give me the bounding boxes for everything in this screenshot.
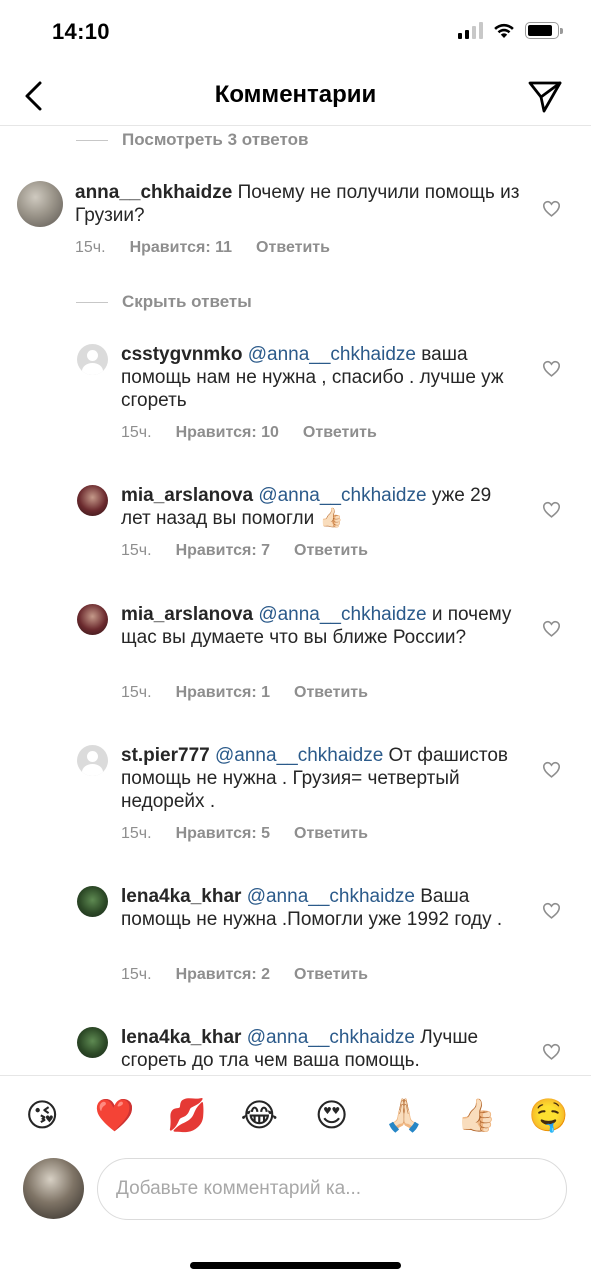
reply-likes[interactable]: Нравится: 1 (176, 684, 270, 702)
reply-meta: 15ч. Нравится: 7 Ответить (121, 542, 368, 560)
emoji-drooling-button[interactable]: 🤤 (528, 1099, 570, 1131)
mention-link[interactable]: @anna__chkhaidze (247, 1027, 415, 1048)
mention-link[interactable]: @anna__chkhaidze (258, 485, 426, 506)
nav-bar: Комментарии (0, 66, 591, 126)
comment-likes[interactable]: Нравится: 11 (130, 239, 232, 257)
emoji-thumbs-up-button[interactable]: 👍🏻 (455, 1099, 497, 1131)
comment-text: mia_arslanova @anna__chkhaidze и почему … (121, 603, 521, 649)
comment-input[interactable] (97, 1158, 567, 1220)
status-icons (458, 22, 563, 39)
reply-button[interactable]: Ответить (256, 239, 330, 257)
mention-link[interactable]: @anna__chkhaidze (247, 886, 415, 907)
reply-meta: 15ч. Нравится: 1 Ответить (121, 684, 368, 702)
home-indicator[interactable] (190, 1262, 401, 1269)
avatar[interactable] (77, 485, 108, 516)
direct-send-icon[interactable] (527, 78, 563, 114)
reply-likes[interactable]: Нравится: 10 (176, 424, 279, 442)
hide-replies-toggle[interactable]: Скрыть ответы (76, 292, 252, 312)
avatar[interactable] (77, 1027, 108, 1058)
comment-username[interactable]: anna__chkhaidze (75, 182, 232, 203)
comment-text: mia_arslanova @anna__chkhaidze уже 29 ле… (121, 484, 521, 530)
wifi-icon (494, 23, 514, 38)
reply-meta: 15ч. Нравится: 5 Ответить (121, 825, 368, 843)
comment-text: st.pier777 @anna__chkhaidze От фашистов … (121, 744, 521, 813)
comment-text: anna__chkhaidze Почему не получили помощ… (75, 181, 520, 227)
reply-username[interactable]: mia_arslanova (121, 485, 253, 506)
heart-icon[interactable] (542, 501, 561, 518)
emoji-heart-eyes-button[interactable]: 😍 (311, 1099, 353, 1131)
reply-username[interactable]: mia_arslanova (121, 604, 253, 625)
avatar[interactable] (77, 745, 108, 776)
emoji-lips-button[interactable]: 💋 (166, 1099, 208, 1131)
avatar[interactable] (17, 181, 63, 227)
avatar[interactable] (77, 886, 108, 917)
emoji-bar: 😘 ❤️ 💋 😂 😍 🙏🏻 👍🏻 🤤 (0, 1075, 591, 1153)
reply-button[interactable]: Ответить (294, 825, 368, 843)
comment-text: csstygvnmko @anna__chkhaidze ваша помощь… (121, 343, 521, 412)
comments-list: Посмотреть 3 ответов anna__chkhaidze Поч… (0, 127, 591, 1075)
view-replies-toggle[interactable]: Посмотреть 3 ответов (76, 130, 308, 150)
divider-line (76, 301, 108, 303)
comment-text: lena4ka_khar @anna__chkhaidze Ваша помощ… (121, 885, 521, 931)
mention-link[interactable]: @anna__chkhaidze (248, 344, 416, 365)
reply-username[interactable]: lena4ka_khar (121, 1027, 241, 1048)
reply-time: 15ч. (121, 424, 152, 441)
reply-username[interactable]: lena4ka_khar (121, 886, 241, 907)
reply-meta: 15ч. Нравится: 2 Ответить (121, 966, 368, 984)
reply-meta: 15ч. Нравится: 10 Ответить (121, 424, 377, 442)
heart-icon[interactable] (542, 902, 561, 919)
reply-button[interactable]: Ответить (294, 966, 368, 984)
comment-time: 15ч. (75, 239, 106, 256)
divider-line (76, 139, 108, 141)
comment-text: lena4ka_khar @anna__chkhaidze Лучше сгор… (121, 1026, 521, 1072)
reply-likes[interactable]: Нравится: 7 (176, 542, 270, 560)
emoji-kiss-button[interactable]: 😘 (21, 1099, 63, 1131)
emoji-pray-button[interactable]: 🙏🏻 (383, 1099, 425, 1131)
emoji-heart-button[interactable]: ❤️ (94, 1099, 136, 1131)
status-bar: 14:10 (0, 0, 591, 66)
heart-icon[interactable] (542, 360, 561, 377)
reply-time: 15ч. (121, 966, 152, 983)
reply-time: 15ч. (121, 684, 152, 701)
hide-replies-label: Скрыть ответы (122, 292, 252, 311)
heart-icon[interactable] (542, 200, 561, 217)
reply-button[interactable]: Ответить (303, 424, 377, 442)
battery-icon (525, 22, 563, 39)
reply-button[interactable]: Ответить (294, 542, 368, 560)
mention-link[interactable]: @anna__chkhaidze (215, 745, 383, 766)
reply-likes[interactable]: Нравится: 2 (176, 966, 270, 984)
reply-username[interactable]: csstygvnmko (121, 344, 242, 365)
heart-icon[interactable] (542, 761, 561, 778)
reply-time: 15ч. (121, 825, 152, 842)
mention-link[interactable]: @anna__chkhaidze (258, 604, 426, 625)
heart-icon[interactable] (542, 1043, 561, 1060)
avatar[interactable] (77, 604, 108, 635)
status-time: 14:10 (52, 19, 110, 44)
comment-meta: 15ч. Нравится: 11 Ответить (75, 239, 330, 257)
emoji-tears-of-joy-button[interactable]: 😂 (238, 1099, 280, 1131)
reply-username[interactable]: st.pier777 (121, 745, 210, 766)
cellular-signal-icon (458, 22, 483, 39)
heart-icon[interactable] (542, 620, 561, 637)
avatar[interactable] (77, 344, 108, 375)
comment-composer (0, 1153, 591, 1233)
view-replies-label: Посмотреть 3 ответов (122, 130, 309, 149)
reply-button[interactable]: Ответить (294, 684, 368, 702)
current-user-avatar (23, 1158, 84, 1219)
reply-likes[interactable]: Нравится: 5 (176, 825, 270, 843)
reply-time: 15ч. (121, 542, 152, 559)
page-title: Комментарии (214, 81, 377, 108)
